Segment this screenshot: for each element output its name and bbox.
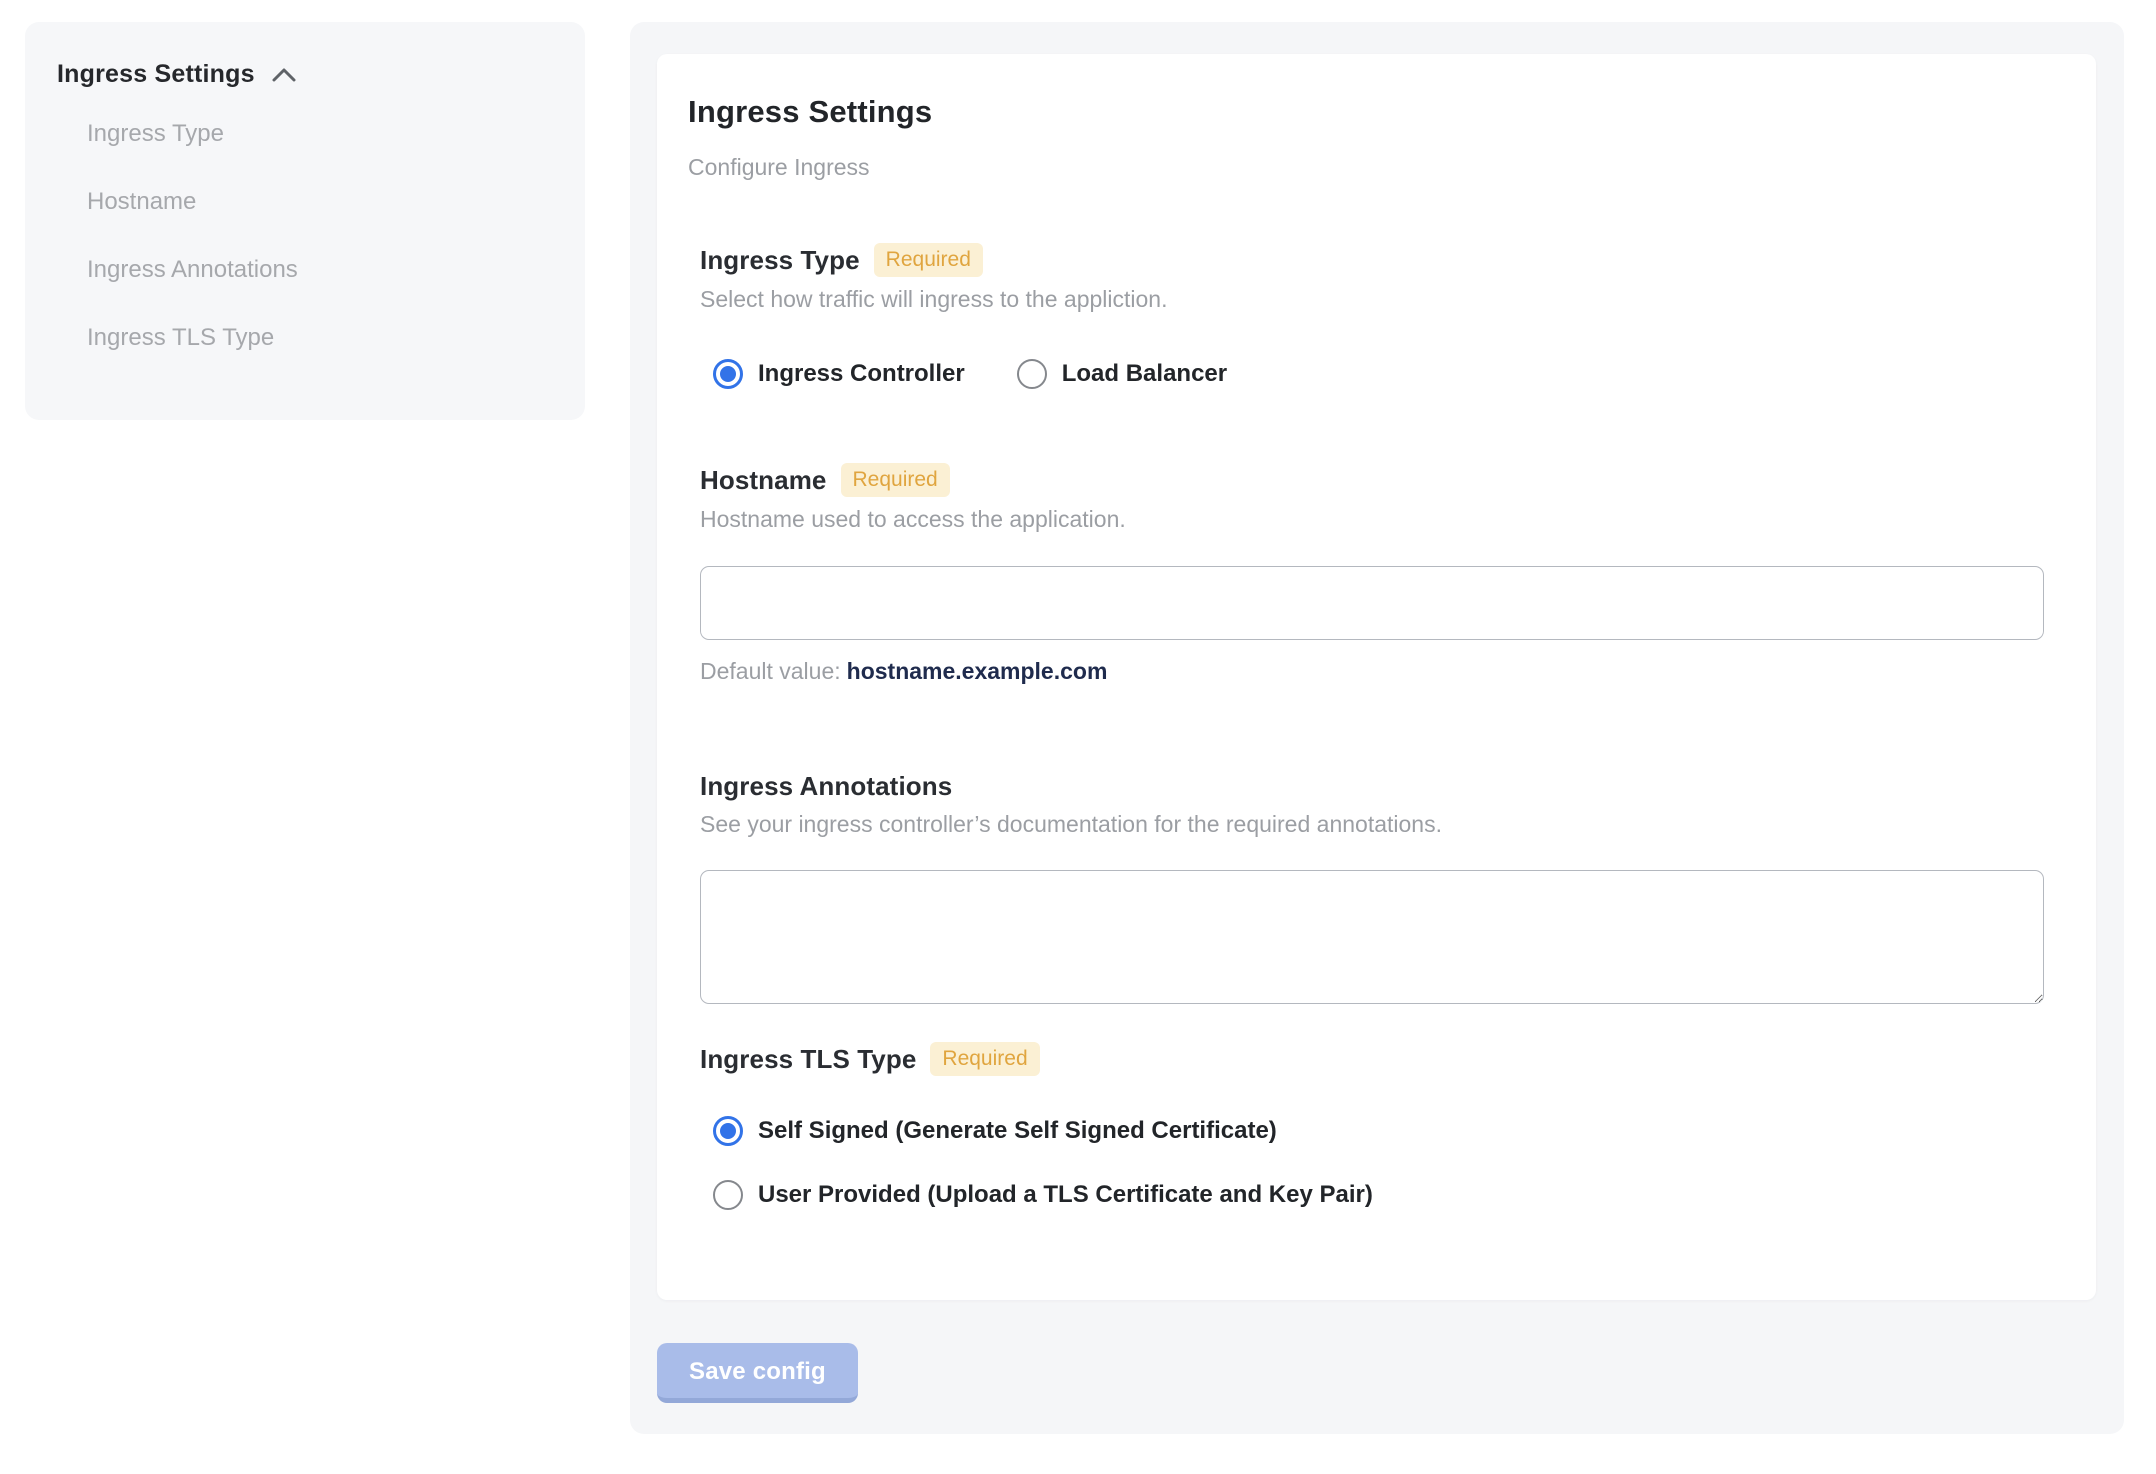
required-badge: Required <box>873 243 983 277</box>
sidebar-section-title: Ingress Settings <box>57 60 255 88</box>
radio-unselected-icon[interactable] <box>713 1180 743 1210</box>
sidebar-section-toggle[interactable]: Ingress Settings <box>57 60 553 89</box>
section-ingress-tls-type: Ingress TLS Type Required Self Signed (G… <box>700 1042 2044 1210</box>
required-badge: Required <box>840 463 950 497</box>
chevron-up-icon <box>271 67 297 83</box>
ingress-type-description: Select how traffic will ingress to the a… <box>700 286 1168 312</box>
radio-unselected-icon[interactable] <box>1016 359 1047 389</box>
main-panel: Ingress Settings Configure Ingress Ingre… <box>630 22 2124 1434</box>
page-title: Ingress Settings <box>688 94 933 129</box>
page-subtitle: Configure Ingress <box>688 154 870 180</box>
ingress-annotations-label: Ingress Annotations <box>700 771 953 801</box>
radio-user-provided-label: User Provided (Upload a TLS Certificate … <box>758 1181 1373 1208</box>
ingress-type-label: Ingress Type <box>700 244 860 275</box>
radio-load-balancer[interactable]: Load Balancer <box>1016 359 1228 389</box>
section-ingress-annotations: Ingress Annotations See your ingress con… <box>700 771 2044 1004</box>
radio-self-signed[interactable]: Self Signed (Generate Self Signed Certif… <box>713 1116 2044 1146</box>
ingress-settings-card: Ingress Settings Configure Ingress Ingre… <box>657 54 2096 1300</box>
sidebar-item-ingress-annotations[interactable]: Ingress Annotations <box>87 255 553 284</box>
radio-selected-icon[interactable] <box>713 359 743 389</box>
form-sections: Ingress Type Required Select how traffic… <box>700 243 2044 1210</box>
ingress-tls-type-label: Ingress TLS Type <box>700 1043 917 1074</box>
radio-self-signed-label: Self Signed (Generate Self Signed Certif… <box>758 1117 1277 1144</box>
radio-user-provided[interactable]: User Provided (Upload a TLS Certificate … <box>713 1180 2044 1210</box>
ingress-tls-radio-group: Self Signed (Generate Self Signed Certif… <box>713 1116 2044 1210</box>
default-value-text: hostname.example.com <box>846 658 1108 684</box>
ingress-annotations-textarea[interactable] <box>700 870 2044 1004</box>
hostname-description: Hostname used to access the application. <box>700 506 1126 532</box>
radio-selected-icon[interactable] <box>713 1116 743 1146</box>
sidebar-item-hostname[interactable]: Hostname <box>87 187 553 216</box>
settings-sidebar: Ingress Settings Ingress Type Hostname I… <box>25 22 585 420</box>
sidebar-item-ingress-tls-type[interactable]: Ingress TLS Type <box>87 323 553 352</box>
page: Ingress Settings Ingress Type Hostname I… <box>0 0 2156 1474</box>
required-badge: Required <box>930 1042 1040 1076</box>
radio-ingress-controller[interactable]: Ingress Controller <box>713 359 965 389</box>
section-hostname: Hostname Required Hostname used to acces… <box>700 463 2044 685</box>
section-ingress-type: Ingress Type Required Select how traffic… <box>700 243 2044 389</box>
radio-ingress-controller-label: Ingress Controller <box>758 360 965 387</box>
sidebar-nav-list: Ingress Type Hostname Ingress Annotation… <box>57 89 553 352</box>
sidebar-item-ingress-type[interactable]: Ingress Type <box>87 119 553 148</box>
hostname-label: Hostname <box>700 464 827 495</box>
ingress-type-radio-group: Ingress Controller Load Balancer <box>713 359 2044 389</box>
hostname-default-value: Default value: hostname.example.com <box>700 658 2044 685</box>
save-config-button[interactable]: Save config <box>657 1343 858 1403</box>
hostname-input[interactable] <box>700 566 2044 640</box>
radio-load-balancer-label: Load Balancer <box>1061 360 1228 387</box>
ingress-annotations-description: See your ingress controller’s documentat… <box>700 811 1442 837</box>
default-value-prefix: Default value: <box>700 658 841 684</box>
